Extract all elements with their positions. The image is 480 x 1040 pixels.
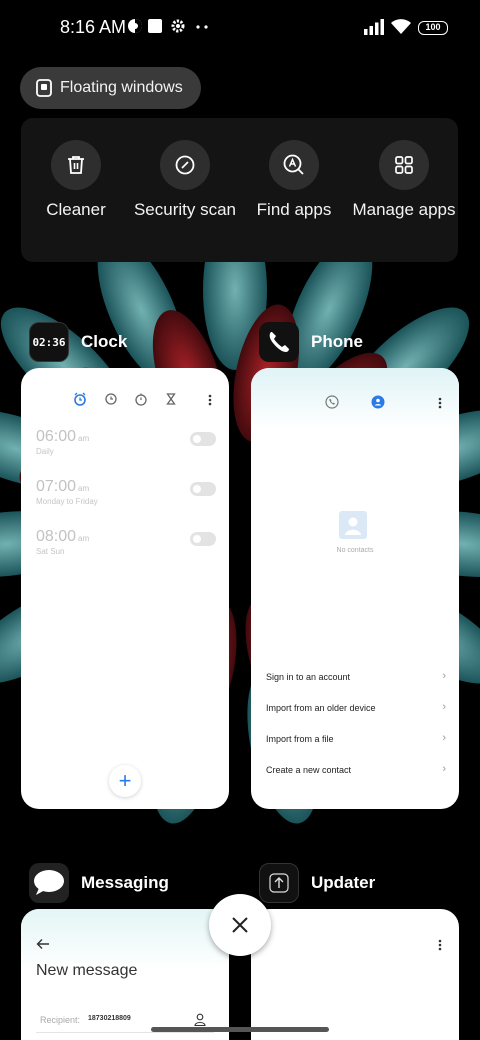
chevron-right-icon: › <box>442 670 446 682</box>
contacts-tab-icon[interactable] <box>371 395 385 409</box>
alarm-toggle[interactable] <box>190 532 216 546</box>
alarm-tab-icon[interactable] <box>73 392 87 406</box>
chevron-right-icon: › <box>442 732 446 744</box>
find-apps-button[interactable]: Find apps <box>239 140 349 220</box>
find-apps-icon <box>269 140 319 190</box>
recents-tab-icon[interactable] <box>325 395 339 409</box>
alarm-ampm: am <box>78 534 90 543</box>
phone-app-icon <box>259 322 299 362</box>
phone-app-name: Phone <box>311 332 363 351</box>
phone-more-icon[interactable] <box>437 396 443 410</box>
alarm-ampm: am <box>78 484 90 493</box>
alarm-toggle[interactable] <box>190 482 216 496</box>
phone-header-gradient <box>251 368 459 428</box>
timer-tab-icon[interactable] <box>164 392 178 406</box>
clock-tab-bar <box>21 392 229 408</box>
alarm-row[interactable]: 08:00 am Sat Sun <box>36 528 216 568</box>
clock-app-card[interactable]: 06:00 am Daily 07:00 am Monday to Friday 0… <box>21 368 229 809</box>
settings-gear-icon <box>171 19 185 33</box>
trash-icon <box>51 140 101 190</box>
floating-window-icon <box>36 79 52 97</box>
stopwatch-tab-icon[interactable] <box>134 392 148 406</box>
wifi-icon <box>391 19 411 34</box>
status-time: 8:16 AM <box>60 17 127 37</box>
alarm-repeat: Sat Sun <box>36 547 65 556</box>
empty-contacts-icon <box>339 511 367 539</box>
manage-apps-label: Manage apps <box>352 200 456 219</box>
floating-windows-button[interactable]: Floating windows <box>20 67 201 109</box>
data-saver-icon <box>128 19 142 33</box>
clock-more-icon[interactable] <box>207 393 213 407</box>
sign-in-account-item[interactable]: Sign in to an account › <box>266 670 446 692</box>
security-scan-label: Security scan <box>133 200 237 219</box>
security-scan-button[interactable]: Security scan <box>130 140 240 220</box>
back-arrow-icon[interactable] <box>36 938 50 950</box>
security-scan-icon <box>160 140 210 190</box>
cleaner-button[interactable]: Cleaner <box>21 140 131 220</box>
messaging-app-icon <box>29 863 69 903</box>
recipient-value: 18730218809 <box>88 1015 131 1022</box>
gesture-bar[interactable] <box>151 1027 329 1032</box>
add-alarm-button[interactable]: + <box>109 765 141 797</box>
manage-apps-button[interactable]: Manage apps <box>349 140 459 220</box>
menu-item-label: Import from a file <box>266 734 334 744</box>
phone-app-header[interactable]: Phone <box>259 322 363 362</box>
find-apps-label: Find apps <box>256 200 332 219</box>
status-bar: 8:16 AM 100 <box>0 0 480 56</box>
updater-app-name: Updater <box>311 873 376 892</box>
recipient-label: Recipient: <box>40 1015 81 1025</box>
alarm-time: 07:00 <box>36 478 77 495</box>
messaging-app-name: Messaging <box>81 873 169 892</box>
menu-item-label: Create a new contact <box>266 765 352 775</box>
close-icon <box>232 917 248 933</box>
quick-tools-panel: Cleaner Security scan Find apps Manage a… <box>21 118 458 262</box>
alarm-time: 08:00 <box>36 528 77 545</box>
messaging-app-card[interactable]: New message Recipient: 18730218809 <box>21 909 229 1040</box>
signal-icon <box>364 19 384 35</box>
no-contacts-text: No contacts <box>336 547 374 554</box>
floating-windows-label: Floating windows <box>60 79 183 96</box>
world-clock-tab-icon[interactable] <box>104 392 118 406</box>
updater-app-card[interactable] <box>251 909 459 1040</box>
more-dots-icon <box>196 25 208 29</box>
menu-item-label: Import from an older device <box>266 703 376 713</box>
add-contact-icon[interactable] <box>194 1013 206 1027</box>
menu-item-label: Sign in to an account <box>266 672 351 682</box>
alarm-row[interactable]: 06:00 am Daily <box>36 428 216 468</box>
phone-app-card[interactable]: No contacts Sign in to an account › Impo… <box>251 368 459 809</box>
import-older-device-item[interactable]: Import from an older device › <box>266 701 446 723</box>
alarm-toggle[interactable] <box>190 432 216 446</box>
clock-app-name: Clock <box>81 332 128 351</box>
alarm-repeat: Daily <box>36 447 54 456</box>
updater-more-icon[interactable] <box>437 938 443 952</box>
chevron-right-icon: › <box>442 701 446 713</box>
updater-app-icon <box>259 863 299 903</box>
updater-app-header[interactable]: Updater <box>259 863 375 903</box>
clock-app-icon: 02:36 <box>29 322 69 362</box>
clear-all-button[interactable] <box>209 894 271 956</box>
clock-app-header[interactable]: 02:36 Clock <box>29 322 127 362</box>
alarm-repeat: Monday to Friday <box>36 497 98 506</box>
alarm-time: 06:00 <box>36 428 77 445</box>
messaging-header-gradient <box>21 909 229 969</box>
alarm-row[interactable]: 07:00 am Monday to Friday <box>36 478 216 518</box>
battery-icon: 100 <box>418 21 448 35</box>
cleaner-label: Cleaner <box>46 200 106 219</box>
chevron-right-icon: › <box>442 763 446 775</box>
grid-apps-icon <box>379 140 429 190</box>
messaging-app-header[interactable]: Messaging <box>29 863 169 903</box>
square-notification-icon <box>148 19 162 33</box>
new-message-title: New message <box>36 962 138 979</box>
import-file-item[interactable]: Import from a file › <box>266 732 446 754</box>
alarm-ampm: am <box>78 434 90 443</box>
create-contact-item[interactable]: Create a new contact › <box>266 763 446 785</box>
